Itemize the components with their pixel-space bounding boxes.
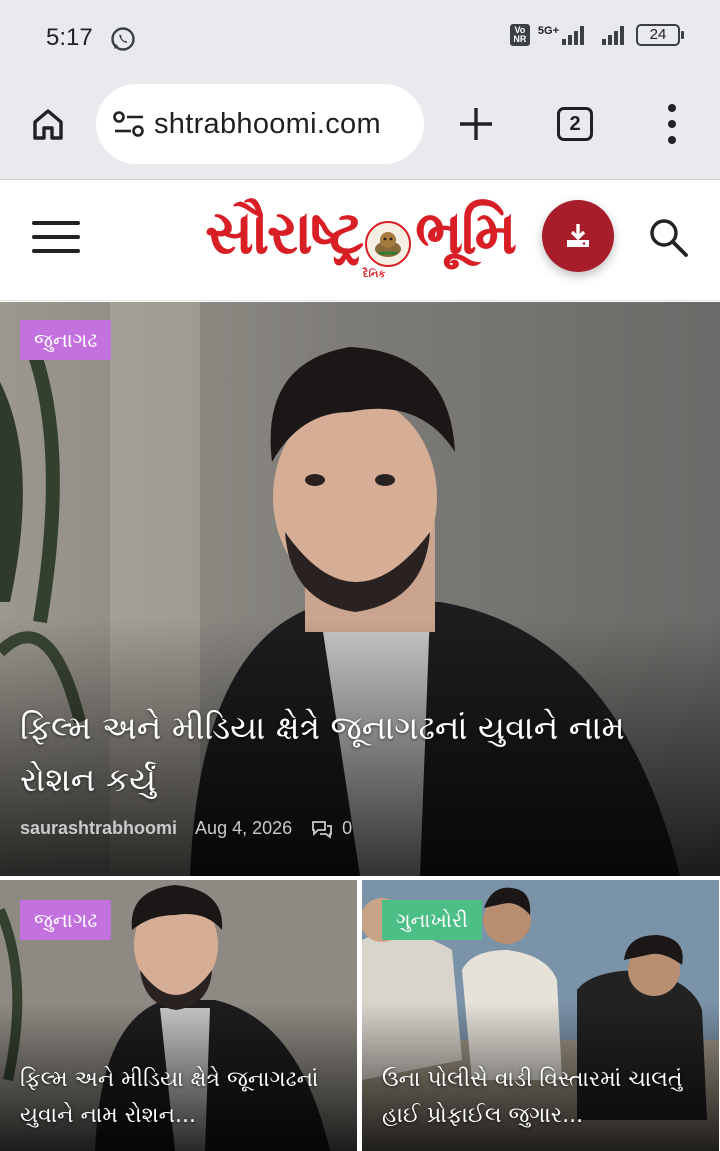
site-logo[interactable]: સૌરાષ્ટ્ર દૈનિક ભૂમિ — [205, 187, 517, 287]
hamburger-menu-icon[interactable] — [32, 221, 80, 257]
site-header: સૌરાષ્ટ્ર દૈનિક ભૂમિ — [0, 181, 720, 301]
battery-icon: 24 — [636, 24, 684, 46]
category-tag[interactable]: જુનાગઢ — [20, 320, 112, 360]
article-meta: saurashtrabhoomi Aug 4, 2026 0 — [20, 818, 352, 839]
comment-count[interactable]: 0 — [310, 818, 352, 839]
address-bar[interactable]: shtrabhoomi.com — [96, 84, 424, 164]
tab-switcher-button[interactable]: 2 — [557, 107, 593, 141]
network-type-label: 5G+ — [537, 25, 559, 37]
signal-bars-icon — [562, 25, 584, 45]
article-title[interactable]: ફિલ્મ અને મીડિયા ક્ષેત્રે જૂનાગઢનાં યુવા… — [20, 1062, 340, 1134]
new-tab-button[interactable] — [456, 104, 496, 144]
author-name[interactable]: saurashtrabhoomi — [20, 818, 177, 839]
url-text: shtrabhoomi.com — [154, 107, 381, 140]
status-bar: 5:17 Vo NR 5G+ 24 — [0, 0, 720, 80]
search-icon[interactable] — [646, 215, 690, 259]
download-button[interactable] — [542, 200, 614, 272]
status-time: 5:17 — [46, 24, 93, 51]
hero-article[interactable]: જુનાગઢ ફિલ્મ અને મીડિયા ક્ષેત્રે જૂનાગઢન… — [0, 302, 720, 876]
publish-date: Aug 4, 2026 — [195, 818, 293, 838]
home-button[interactable] — [28, 104, 68, 144]
logo-text-left: સૌરાષ્ટ્ર — [205, 198, 364, 268]
logo-text-right: ભૂમિ — [415, 198, 517, 268]
article-title[interactable]: ઉના પોલીસે વાડી વિસ્તારમાં ચાલતું હાઈ પ્… — [382, 1062, 702, 1134]
status-indicators: Vo NR 5G+ 24 — [509, 24, 684, 46]
article-card[interactable]: જુનાગઢ ફિલ્મ અને મીડિયા ક્ષેત્રે જૂનાગઢન… — [0, 880, 357, 1151]
logo-tagline: દૈનિક — [363, 269, 386, 280]
site-settings-icon[interactable] — [112, 109, 146, 139]
more-options-icon[interactable] — [660, 102, 684, 146]
hero-headline[interactable]: ફિલ્મ અને મીડિયા ક્ષેત્રે જૂનાગઢનાં યુવા… — [20, 702, 680, 806]
comments-icon — [312, 820, 333, 839]
browser-toolbar: shtrabhoomi.com 2 — [0, 80, 720, 180]
signal-bars-icon-2 — [602, 25, 624, 45]
logo-emblem-icon — [365, 221, 411, 267]
comment-count-value: 0 — [342, 818, 353, 838]
whatsapp-icon — [111, 27, 135, 51]
category-tag[interactable]: ગુનાખોરી — [382, 900, 482, 940]
article-card[interactable]: ગુનાખોરી ઉના પોલીસે વાડી વિસ્તારમાં ચાલત… — [362, 880, 719, 1151]
home-icon — [33, 109, 63, 140]
volte-icon: Vo NR — [509, 24, 530, 46]
category-tag[interactable]: જુનાગઢ — [20, 900, 112, 940]
signal-5g: 5G+ — [538, 25, 584, 45]
download-icon — [567, 224, 589, 247]
